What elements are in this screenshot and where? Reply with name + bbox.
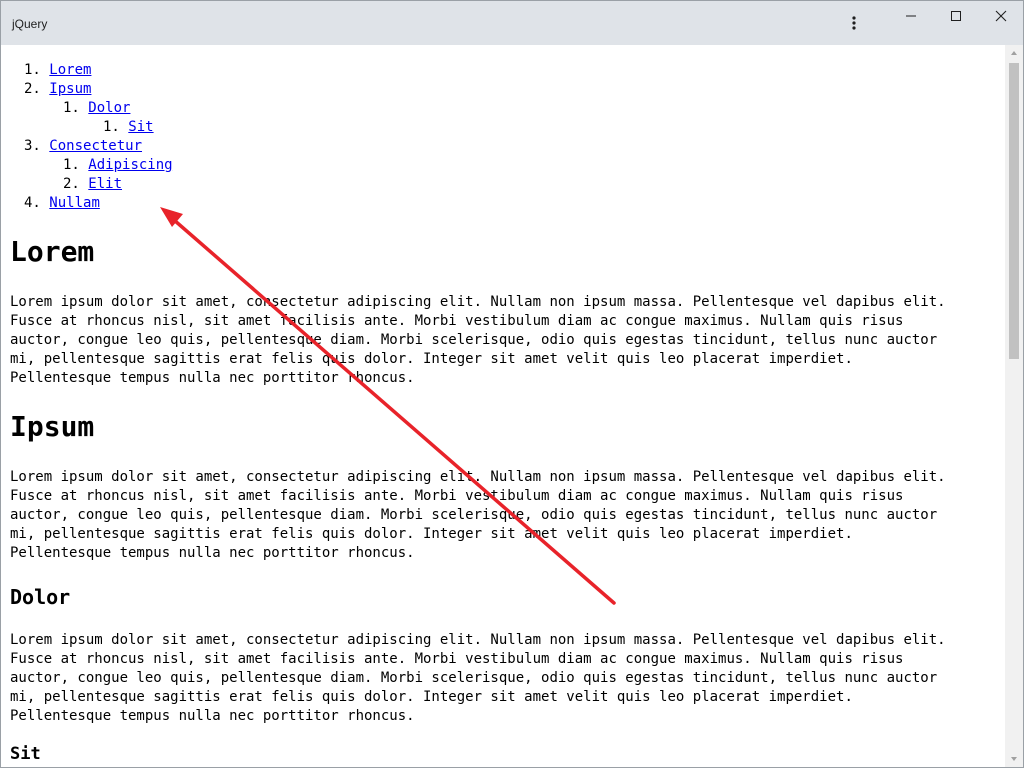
- paragraph-line: Lorem ipsum dolor sit amet, consectetur …: [10, 469, 946, 485]
- toc-item-number: 2.: [24, 81, 41, 97]
- toc-item-elit: 2. Elit: [63, 175, 122, 194]
- minimize-icon: [906, 15, 916, 17]
- paragraph-line: Fusce at rhoncus nisl, sit amet facilisi…: [10, 313, 904, 329]
- toc-item-number: 2.: [63, 176, 80, 192]
- section-paragraph-ipsum: Lorem ipsum dolor sit amet, consectetur …: [10, 468, 1000, 563]
- toc-link-nullam[interactable]: Nullam: [49, 195, 100, 211]
- toc-item-number: 1.: [103, 119, 120, 135]
- title-bar: jQuery: [1, 1, 1023, 45]
- toc-item-dolor: 1. Dolor: [63, 99, 130, 118]
- window-title: jQuery: [12, 17, 48, 31]
- toc-item-sit: 1. Sit: [103, 118, 154, 137]
- toc-item-number: 3.: [24, 138, 41, 154]
- paragraph-line: auctor, congue leo quis, pellentesque di…: [10, 507, 938, 523]
- scroll-up-arrow-icon: [1011, 51, 1017, 55]
- close-button[interactable]: [978, 1, 1023, 31]
- section-heading-lorem: Lorem: [10, 235, 95, 268]
- toc-link-elit[interactable]: Elit: [88, 176, 122, 192]
- paragraph-line: mi, pellentesque sagittis erat felis qui…: [10, 689, 853, 705]
- paragraph-line: Lorem ipsum dolor sit amet, consectetur …: [10, 632, 946, 648]
- toc-item-consectetur: 3. Consectetur: [24, 137, 142, 156]
- paragraph-line: Fusce at rhoncus nisl, sit amet facilisi…: [10, 488, 904, 504]
- paragraph-line: mi, pellentesque sagittis erat felis qui…: [10, 351, 853, 367]
- section-paragraph-dolor: Lorem ipsum dolor sit amet, consectetur …: [10, 631, 1000, 726]
- scroll-down-button[interactable]: [1005, 751, 1023, 767]
- toc-link-adipiscing[interactable]: Adipiscing: [88, 157, 172, 173]
- toc-item-nullam: 4. Nullam: [24, 194, 100, 213]
- menu-button[interactable]: [831, 7, 877, 39]
- toc-item-ipsum: 2. Ipsum: [24, 80, 91, 99]
- maximize-icon: [951, 11, 961, 21]
- scroll-up-button[interactable]: [1005, 45, 1023, 61]
- toc-link-dolor[interactable]: Dolor: [88, 100, 130, 116]
- section-paragraph-lorem: Lorem ipsum dolor sit amet, consectetur …: [10, 293, 1000, 388]
- browser-window: jQuery 1. Lorem 2. Ipsum 1. Dolor 1. Sit…: [0, 0, 1024, 768]
- close-icon: [995, 10, 1007, 22]
- toc-item-number: 4.: [24, 195, 41, 211]
- scroll-down-arrow-icon: [1011, 757, 1017, 761]
- paragraph-line: mi, pellentesque sagittis erat felis qui…: [10, 526, 853, 542]
- paragraph-line: Pellentesque tempus nulla nec porttitor …: [10, 545, 415, 561]
- paragraph-line: Fusce at rhoncus nisl, sit amet facilisi…: [10, 651, 904, 667]
- paragraph-line: Pellentesque tempus nulla nec porttitor …: [10, 708, 415, 724]
- maximize-button[interactable]: [933, 1, 979, 31]
- vertical-ellipsis-icon: [852, 16, 856, 30]
- vertical-scrollbar[interactable]: [1005, 45, 1023, 767]
- paragraph-line: auctor, congue leo quis, pellentesque di…: [10, 670, 938, 686]
- scroll-thumb[interactable]: [1009, 63, 1019, 359]
- toc-item-number: 1.: [63, 100, 80, 116]
- toc-link-lorem[interactable]: Lorem: [49, 62, 91, 78]
- page-content: 1. Lorem 2. Ipsum 1. Dolor 1. Sit 3. Con…: [1, 45, 1005, 767]
- section-heading-dolor: Dolor: [10, 585, 71, 609]
- toc-link-ipsum[interactable]: Ipsum: [49, 81, 91, 97]
- toc-item-lorem: 1. Lorem: [24, 61, 91, 80]
- toc-item-number: 1.: [63, 157, 80, 173]
- paragraph-line: Lorem ipsum dolor sit amet, consectetur …: [10, 294, 946, 310]
- toc-item-number: 1.: [24, 62, 41, 78]
- toc-item-adipiscing: 1. Adipiscing: [63, 156, 173, 175]
- paragraph-line: Pellentesque tempus nulla nec porttitor …: [10, 370, 415, 386]
- section-heading-sit: Sit: [10, 744, 41, 764]
- minimize-button[interactable]: [888, 1, 934, 31]
- section-heading-ipsum: Ipsum: [10, 410, 95, 443]
- paragraph-line: auctor, congue leo quis, pellentesque di…: [10, 332, 938, 348]
- toc-link-sit[interactable]: Sit: [128, 119, 153, 135]
- toc-link-consectetur[interactable]: Consectetur: [49, 138, 142, 154]
